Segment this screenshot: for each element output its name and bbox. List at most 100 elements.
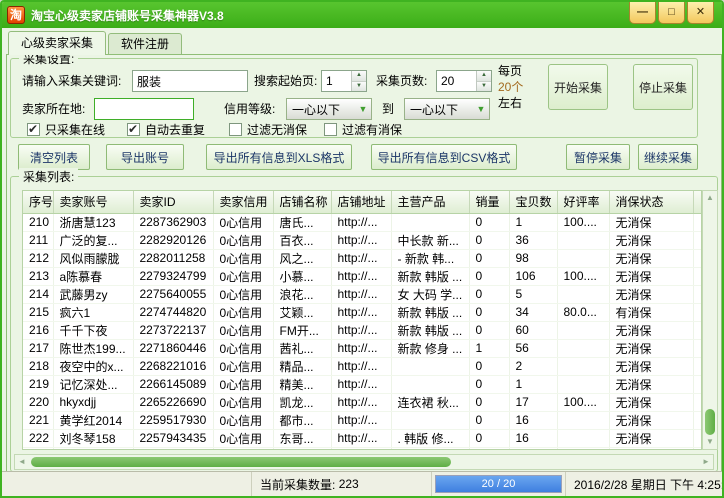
table-cell: 疯六1 [53, 303, 133, 321]
export-csv-button[interactable]: 导出所有信息到CSV格式 [371, 144, 517, 170]
table-cell [557, 321, 609, 339]
table-row[interactable]: 211广泛的复...22829201260心信用百衣...http://...中… [23, 231, 702, 249]
table-cell [557, 357, 609, 375]
table-row[interactable]: 218夜空中的x...22682210160心信用精品...http://...… [23, 357, 702, 375]
app-window: 淘 淘宝心级卖家店铺账号采集神器V3.8 — □ ✕ 心级卖家采集 软件注册 采… [0, 0, 724, 498]
table-cell: 0心信用 [213, 213, 273, 231]
table-cell: 2259517930 [133, 411, 213, 429]
table-cell: . 韩版 修... [391, 429, 469, 447]
checkbox-dedupe[interactable]: 自动去重复 [127, 121, 205, 138]
table-cell: 0心信用 [213, 357, 273, 375]
table-row[interactable]: 213a陈慕春22793247990心信用小慕...http://...新款 韩… [23, 267, 702, 285]
table-cell: 陈世杰199... [53, 339, 133, 357]
pause-collect-button[interactable]: 暂停采集 [566, 144, 630, 170]
column-header[interactable]: 宝贝数 [509, 191, 557, 213]
resume-collect-button[interactable]: 继续采集 [638, 144, 698, 170]
table-cell-filler [693, 213, 702, 231]
export-accounts-button[interactable]: 导出账号 [106, 144, 184, 170]
table-row[interactable]: 215疯六122747448200心信用艾颖...http://...新款 韩版… [23, 303, 702, 321]
table-cell: 106 [509, 267, 557, 285]
table-cell: http://... [331, 339, 391, 357]
credit-to-select[interactable]: 一心以下 ▼ [404, 98, 490, 120]
column-header[interactable]: 序号 [23, 191, 53, 213]
table-cell: 东哥... [273, 429, 331, 447]
page-count-stepper[interactable]: ▲ ▼ [436, 70, 492, 92]
checkbox-online-only[interactable]: 只采集在线 [27, 121, 105, 138]
column-header[interactable]: 好评率 [557, 191, 609, 213]
table-header-row: 序号卖家账号卖家ID卖家信用店铺名称店铺地址主营产品销量宝贝数好评率消保状态 [23, 191, 702, 213]
clear-list-button[interactable]: 清空列表 [18, 144, 90, 170]
table-cell: 16 [509, 429, 557, 447]
spinner-down-icon[interactable]: ▼ [477, 82, 491, 92]
credit-from-value: 一心以下 [287, 101, 355, 118]
column-header[interactable]: 消保状态 [609, 191, 693, 213]
column-header[interactable]: 卖家ID [133, 191, 213, 213]
page-count-input[interactable] [437, 71, 476, 91]
table-row[interactable]: 217陈世杰199...22718604460心信用茜礼...http://..… [23, 339, 702, 357]
table-cell-filler [693, 411, 702, 429]
credit-from-select[interactable]: 一心以下 ▼ [286, 98, 372, 120]
table-cell [557, 429, 609, 447]
table-cell: 无消保 [609, 375, 693, 393]
vertical-scroll-thumb[interactable] [705, 409, 715, 435]
table-cell: 2282920126 [133, 231, 213, 249]
table-row[interactable]: 222刘冬琴15822579434350心信用东哥...http://.... … [23, 429, 702, 447]
collect-count-cell: 当前采集数量: 223 [252, 472, 432, 496]
location-input[interactable] [94, 98, 194, 120]
start-page-stepper[interactable]: ▲ ▼ [321, 70, 367, 92]
table-cell: 0 [469, 231, 509, 249]
scroll-left-icon[interactable]: ◄ [15, 455, 29, 469]
column-header[interactable]: 店铺地址 [331, 191, 391, 213]
title-bar[interactable]: 淘 淘宝心级卖家店铺账号采集神器V3.8 — □ ✕ [2, 2, 722, 28]
page-count-label: 采集页数: [376, 73, 427, 89]
table-cell: 100.... [557, 267, 609, 285]
table-row[interactable]: 220hkyxdjj22652266900心信用凯龙...http://...连… [23, 393, 702, 411]
table-row[interactable]: 223铅笔解不开22545147720心信用小璇...http://...新款 … [23, 447, 702, 450]
start-collect-button[interactable]: 开始采集 [548, 64, 608, 110]
taobao-app-icon: 淘 [7, 6, 25, 24]
horizontal-scrollbar[interactable]: ◄ ► [14, 454, 714, 470]
horizontal-scroll-thumb[interactable] [31, 457, 451, 467]
column-header[interactable]: 店铺名称 [273, 191, 331, 213]
table-row[interactable]: 212风似雨朦胧22820112580心信用风之...http://...- 新… [23, 249, 702, 267]
table-cell: 0心信用 [213, 429, 273, 447]
tab-seller-collect[interactable]: 心级卖家采集 [8, 31, 106, 55]
table-cell: 214 [23, 285, 53, 303]
status-bar: 当前采集数量: 223 20 / 20 2016/2/28 星期日 下午 4:2… [2, 471, 722, 496]
table-row[interactable]: 219记忆深处...22661450890心信用精美...http://...0… [23, 375, 702, 393]
spinner-up-icon[interactable]: ▲ [352, 71, 366, 82]
table-cell: 0 [469, 213, 509, 231]
checkbox-filter-no-protection[interactable]: 过滤无消保 [229, 121, 307, 138]
table-cell: 36 [509, 231, 557, 249]
table-cell: 0 [469, 411, 509, 429]
table-row[interactable]: 210浙唐慧12322873629030心信用唐氏...http://...01… [23, 213, 702, 231]
export-xls-button[interactable]: 导出所有信息到XLS格式 [206, 144, 352, 170]
scroll-down-icon[interactable]: ▼ [703, 435, 717, 449]
column-header[interactable]: 卖家信用 [213, 191, 273, 213]
credit-to-value: 一心以下 [405, 101, 473, 118]
start-page-input[interactable] [322, 71, 351, 91]
keyword-input[interactable] [132, 70, 248, 92]
checkbox-filter-has-protection[interactable]: 过滤有消保 [324, 121, 402, 138]
scroll-right-icon[interactable]: ► [699, 455, 713, 469]
table-cell: 0 [469, 321, 509, 339]
column-header[interactable]: 卖家账号 [53, 191, 133, 213]
vertical-scrollbar[interactable]: ▲ ▼ [702, 190, 718, 450]
table-cell: http://... [331, 231, 391, 249]
close-button[interactable]: ✕ [687, 2, 714, 24]
spinner-down-icon[interactable]: ▼ [352, 82, 366, 92]
spinner-up-icon[interactable]: ▲ [477, 71, 491, 82]
table-cell-filler [693, 447, 702, 450]
table-row[interactable]: 216千千下夜22737221370心信用FM开...http://...新款 … [23, 321, 702, 339]
tab-software-register[interactable]: 软件注册 [108, 33, 182, 54]
column-header[interactable]: 主营产品 [391, 191, 469, 213]
stop-collect-button[interactable]: 停止采集 [633, 64, 693, 110]
table-row[interactable]: 214武藤男zy22756400550心信用浪花...http://...女 大… [23, 285, 702, 303]
table-cell-filler [693, 357, 702, 375]
table-cell: 0心信用 [213, 303, 273, 321]
minimize-button[interactable]: — [629, 2, 656, 24]
table-row[interactable]: 221黄学红201422595179300心信用都市...http://...0… [23, 411, 702, 429]
maximize-button[interactable]: □ [658, 2, 685, 24]
column-header[interactable]: 销量 [469, 191, 509, 213]
scroll-up-icon[interactable]: ▲ [703, 191, 717, 205]
